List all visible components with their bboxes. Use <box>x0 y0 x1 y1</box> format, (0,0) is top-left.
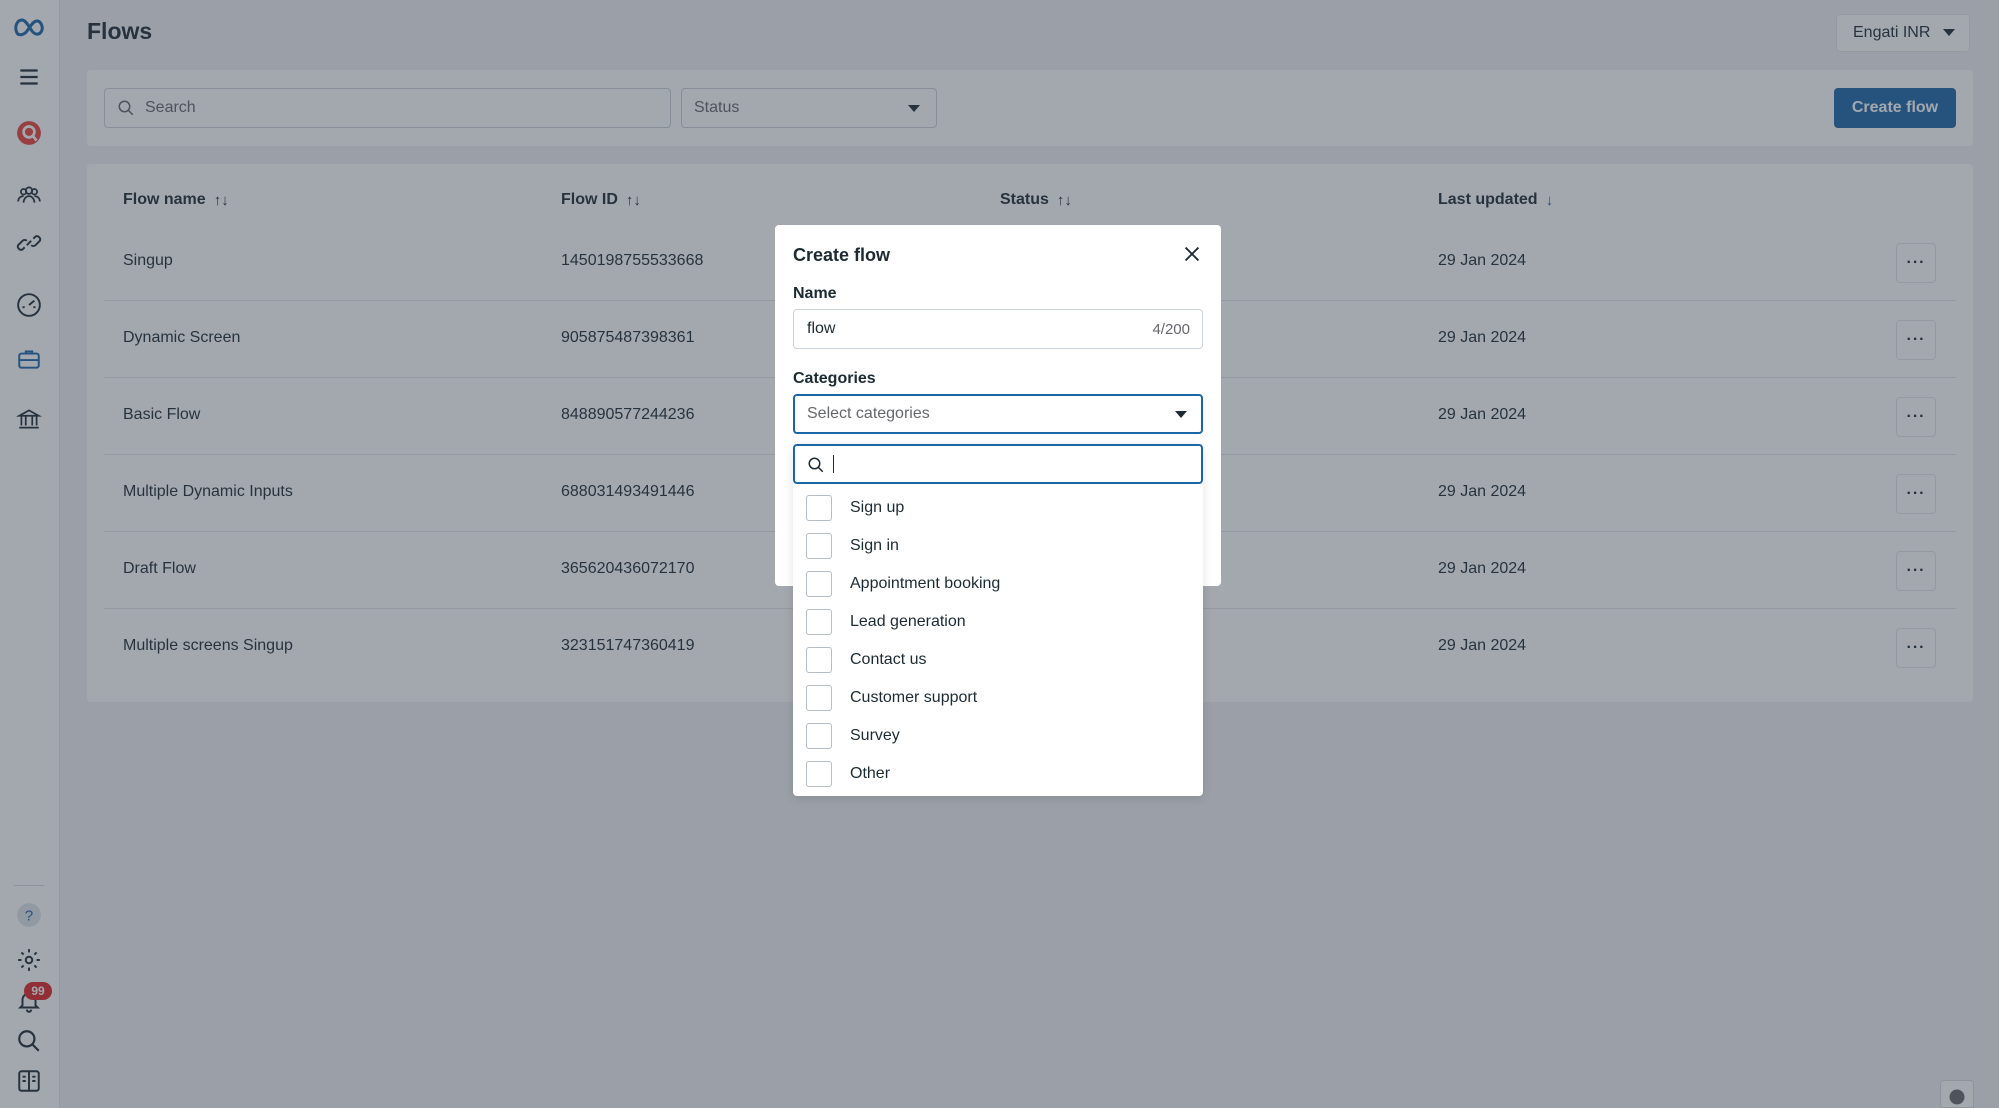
categories-select[interactable]: Select categories <box>793 394 1203 434</box>
checkbox[interactable] <box>806 761 832 787</box>
checkbox[interactable] <box>806 571 832 597</box>
search-icon <box>808 457 824 473</box>
flow-name-value: flow <box>807 320 836 337</box>
category-option-customer-support[interactable]: Customer support <box>806 684 977 712</box>
categories-dropdown: Sign up Sign in Appointment booking Lead… <box>793 444 1203 796</box>
checkbox[interactable] <box>806 533 832 559</box>
category-option-other[interactable]: Other <box>806 760 890 788</box>
categories-placeholder: Select categories <box>807 405 930 422</box>
category-option-sign-up[interactable]: Sign up <box>806 494 904 522</box>
category-option-survey[interactable]: Survey <box>806 722 900 750</box>
character-counter: 4/200 <box>1152 321 1190 338</box>
category-option-contact-us[interactable]: Contact us <box>806 646 926 674</box>
dialog-title: Create flow <box>793 245 891 265</box>
close-icon[interactable] <box>1181 243 1203 265</box>
categories-label: Categories <box>793 370 876 387</box>
checkbox[interactable] <box>806 495 832 521</box>
categories-search-input[interactable] <box>793 444 1203 484</box>
checkbox[interactable] <box>806 723 832 749</box>
chevron-down-icon <box>1175 411 1187 418</box>
checkbox[interactable] <box>806 609 832 635</box>
name-label: Name <box>793 285 837 302</box>
checkbox[interactable] <box>806 647 832 673</box>
category-option-appointment-booking[interactable]: Appointment booking <box>806 570 1000 598</box>
flow-name-input[interactable]: flow 4/200 <box>793 309 1203 349</box>
text-cursor <box>833 455 834 473</box>
category-option-lead-generation[interactable]: Lead generation <box>806 608 966 636</box>
category-option-sign-in[interactable]: Sign in <box>806 532 899 560</box>
checkbox[interactable] <box>806 685 832 711</box>
